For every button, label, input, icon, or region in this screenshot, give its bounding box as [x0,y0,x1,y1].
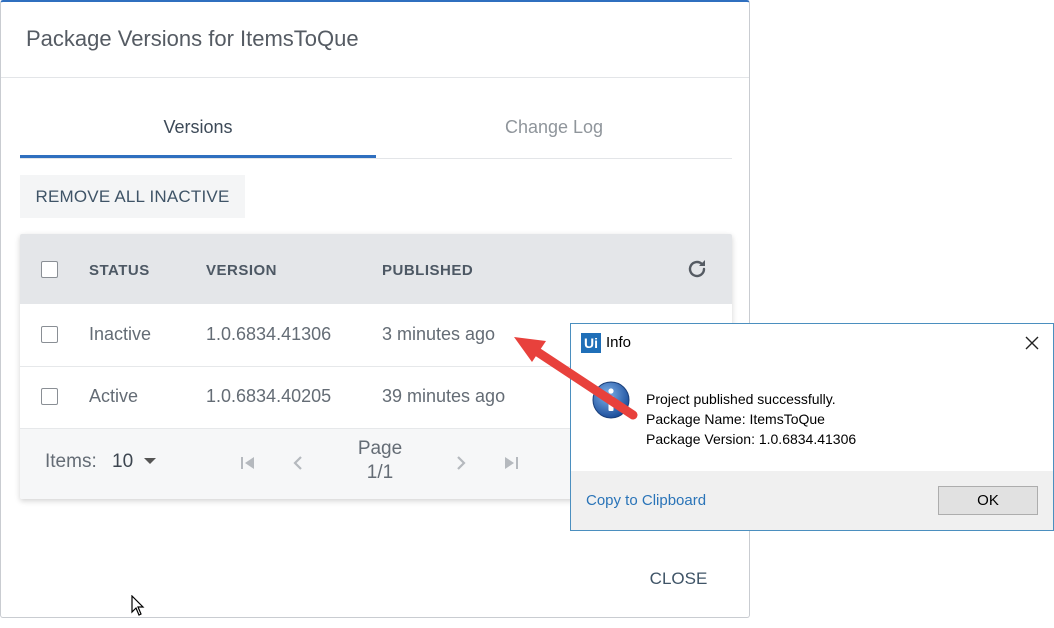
select-all-checkbox[interactable] [41,261,58,278]
dialog-message: Project published successfully. Package … [646,389,856,449]
row-version: 1.0.6834.40205 [206,386,332,406]
mouse-cursor-icon [131,595,145,616]
last-page-icon[interactable] [501,453,521,473]
column-header-published[interactable]: PUBLISHED [382,262,473,279]
uipath-logo: Ui [581,333,601,353]
items-per-page-label: Items: [45,451,97,472]
next-page-icon[interactable] [451,453,471,473]
info-dialog: Ui Info Project published successfully. … [570,323,1054,531]
column-header-status[interactable]: STATUS [89,262,150,279]
tab-change-log[interactable]: Change Log [376,102,732,157]
row-checkbox[interactable] [41,326,58,343]
remove-all-inactive-button[interactable]: REMOVE ALL INACTIVE [20,175,245,218]
dialog-title: Info [606,334,632,351]
close-icon[interactable] [1022,333,1042,353]
row-published: 3 minutes ago [382,324,496,344]
page-indicator: Page 1/1 [340,437,420,485]
copy-to-clipboard-link[interactable]: Copy to Clipboard [586,492,706,509]
prev-page-icon[interactable] [288,453,308,473]
modal-header: Package Versions for ItemsToQue [1,2,749,78]
dialog-footer: Copy to Clipboard OK [571,471,1053,530]
row-published: 39 minutes ago [382,386,506,406]
tab-versions[interactable]: Versions [20,102,376,158]
row-checkbox[interactable] [41,388,58,405]
modal-title: Package Versions for ItemsToQue [26,26,359,51]
info-icon [592,381,630,419]
row-status: Inactive [89,324,152,344]
refresh-icon[interactable] [685,257,709,281]
message-line: Package Name: ItemsToQue [646,411,825,427]
grid-header: STATUS VERSION PUBLISHED [20,234,732,304]
dropdown-caret-icon[interactable] [144,458,156,464]
close-button[interactable]: CLOSE [626,560,731,598]
row-version: 1.0.6834.41306 [206,324,332,344]
tab-bar: Versions Change Log [20,102,732,159]
ok-button[interactable]: OK [938,486,1038,515]
message-line: Package Version: 1.0.6834.41306 [646,431,857,447]
column-header-version[interactable]: VERSION [206,262,277,279]
message-line: Project published successfully. [646,391,836,407]
page-label: Page [357,438,403,459]
row-status: Active [89,386,139,406]
page-value: 1/1 [366,462,394,483]
items-per-page-select[interactable]: 10 [112,451,133,473]
first-page-icon[interactable] [238,453,258,473]
